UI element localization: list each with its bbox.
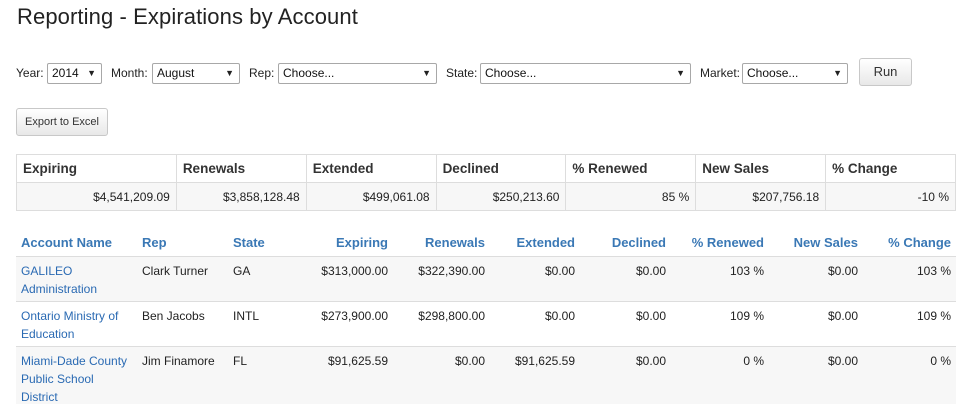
percent-renewed-cell: 0 % bbox=[671, 346, 769, 404]
expiring-cell: $273,900.00 bbox=[288, 301, 393, 347]
table-row: Ontario Ministry of Education Ben Jacobs… bbox=[16, 301, 956, 347]
renewals-cell: $0.00 bbox=[393, 346, 490, 404]
account-link[interactable]: Ontario Ministry of Education bbox=[21, 309, 118, 341]
year-select[interactable]: 2014 ▼ bbox=[47, 63, 102, 84]
renewals-cell: $322,390.00 bbox=[393, 256, 490, 302]
month-select[interactable]: August ▼ bbox=[152, 63, 240, 84]
summary-header-expiring: Expiring bbox=[16, 154, 177, 183]
percent-renewed-cell: 109 % bbox=[671, 301, 769, 347]
column-header-state[interactable]: State bbox=[228, 230, 288, 257]
percent-change-cell: 0 % bbox=[863, 346, 956, 404]
summary-value-percent-change: -10 % bbox=[825, 182, 956, 211]
dropdown-arrow-icon: ▼ bbox=[87, 68, 96, 78]
column-header-percent-change[interactable]: % Change bbox=[863, 230, 956, 257]
state-label: State: bbox=[446, 66, 478, 80]
extended-cell: $91,625.59 bbox=[490, 346, 580, 404]
state-cell: GA bbox=[228, 256, 288, 302]
declined-cell: $0.00 bbox=[580, 346, 671, 404]
expiring-cell: $91,625.59 bbox=[288, 346, 393, 404]
month-label: Month: bbox=[111, 66, 148, 80]
market-select-value: Choose... bbox=[747, 66, 799, 80]
summary-value-renewals: $3,858,128.48 bbox=[175, 182, 307, 211]
summary-header-declined: Declined bbox=[435, 154, 567, 183]
summary-value-expiring: $4,541,209.09 bbox=[16, 182, 177, 211]
state-cell: FL bbox=[228, 346, 288, 404]
year-label: Year: bbox=[16, 66, 44, 80]
year-select-value: 2014 bbox=[52, 66, 79, 80]
column-header-renewals[interactable]: Renewals bbox=[393, 230, 490, 257]
column-header-percent-renewed[interactable]: % Renewed bbox=[671, 230, 769, 257]
summary-header-renewals: Renewals bbox=[175, 154, 307, 183]
renewals-cell: $298,800.00 bbox=[393, 301, 490, 347]
month-select-value: August bbox=[157, 66, 195, 80]
table-row: Miami-Dade County Public School District… bbox=[16, 346, 956, 404]
summary-value-declined: $250,213.60 bbox=[435, 182, 567, 211]
summary-values-row: $4,541,209.09 $3,858,128.48 $499,061.08 … bbox=[16, 182, 956, 211]
summary-header-percent-renewed: % Renewed bbox=[565, 154, 697, 183]
summary-header-extended: Extended bbox=[305, 154, 437, 183]
state-select[interactable]: Choose... ▼ bbox=[480, 63, 691, 84]
extended-cell: $0.00 bbox=[490, 256, 580, 302]
state-select-value: Choose... bbox=[485, 66, 537, 80]
extended-cell: $0.00 bbox=[490, 301, 580, 347]
new-sales-cell: $0.00 bbox=[769, 301, 863, 347]
column-header-expiring[interactable]: Expiring bbox=[288, 230, 393, 257]
column-header-extended[interactable]: Extended bbox=[490, 230, 580, 257]
rep-cell: Clark Turner bbox=[137, 256, 228, 302]
declined-cell: $0.00 bbox=[580, 301, 671, 347]
column-header-rep[interactable]: Rep bbox=[137, 230, 228, 257]
column-header-declined[interactable]: Declined bbox=[580, 230, 671, 257]
table-row: GALILEO Administration Clark Turner GA $… bbox=[16, 256, 956, 302]
summary-table: Expiring Renewals Extended Declined % Re… bbox=[16, 154, 956, 211]
run-button[interactable]: Run bbox=[859, 58, 912, 86]
filter-bar: Year: 2014 ▼ Month: August ▼ Rep: Choose… bbox=[16, 58, 966, 86]
market-select[interactable]: Choose... ▼ bbox=[742, 63, 848, 84]
dropdown-arrow-icon: ▼ bbox=[422, 68, 431, 78]
column-header-account-name[interactable]: Account Name bbox=[16, 230, 137, 257]
rep-label: Rep: bbox=[249, 66, 275, 80]
dropdown-arrow-icon: ▼ bbox=[833, 68, 842, 78]
declined-cell: $0.00 bbox=[580, 256, 671, 302]
percent-change-cell: 103 % bbox=[863, 256, 956, 302]
percent-change-cell: 109 % bbox=[863, 301, 956, 347]
account-link[interactable]: Miami-Dade County Public School District bbox=[21, 354, 127, 404]
rep-select-value: Choose... bbox=[283, 66, 335, 80]
account-link[interactable]: GALILEO Administration bbox=[21, 264, 97, 296]
column-header-new-sales[interactable]: New Sales bbox=[769, 230, 863, 257]
dropdown-arrow-icon: ▼ bbox=[676, 68, 685, 78]
state-cell: INTL bbox=[228, 301, 288, 347]
page-title: Reporting - Expirations by Account bbox=[17, 4, 358, 29]
new-sales-cell: $0.00 bbox=[769, 256, 863, 302]
summary-header-row: Expiring Renewals Extended Declined % Re… bbox=[16, 154, 956, 183]
expiring-cell: $313,000.00 bbox=[288, 256, 393, 302]
summary-value-new-sales: $207,756.18 bbox=[695, 182, 827, 211]
summary-header-new-sales: New Sales bbox=[695, 154, 827, 183]
rep-cell: Jim Finamore bbox=[137, 346, 228, 404]
export-to-excel-button[interactable]: Export to Excel bbox=[16, 108, 108, 136]
market-label: Market: bbox=[700, 66, 741, 80]
new-sales-cell: $0.00 bbox=[769, 346, 863, 404]
summary-value-percent-renewed: 85 % bbox=[565, 182, 697, 211]
dropdown-arrow-icon: ▼ bbox=[225, 68, 234, 78]
percent-renewed-cell: 103 % bbox=[671, 256, 769, 302]
accounts-table: Account Name Rep State Expiring Renewals… bbox=[16, 230, 956, 404]
rep-select[interactable]: Choose... ▼ bbox=[278, 63, 437, 84]
accounts-header-row: Account Name Rep State Expiring Renewals… bbox=[16, 230, 956, 257]
summary-header-percent-change: % Change bbox=[825, 154, 956, 183]
rep-cell: Ben Jacobs bbox=[137, 301, 228, 347]
summary-value-extended: $499,061.08 bbox=[305, 182, 437, 211]
